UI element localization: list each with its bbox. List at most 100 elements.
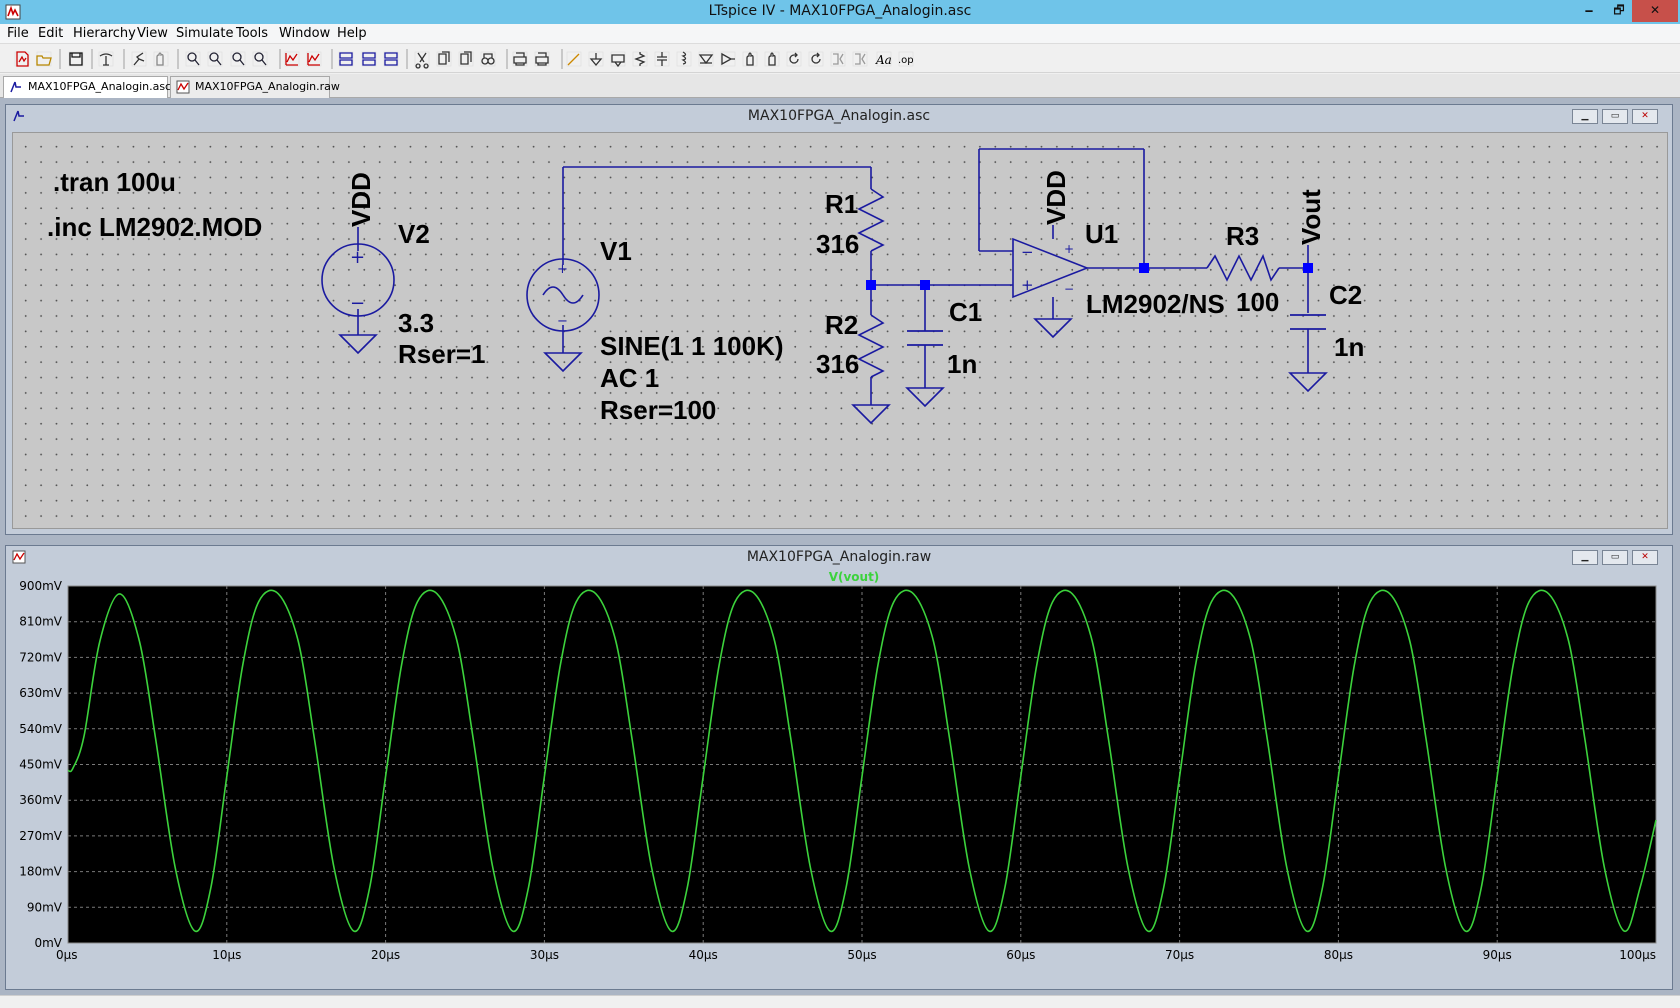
y-tick-label: 450mV — [19, 758, 63, 772]
autorange-icon[interactable] — [284, 51, 300, 67]
schematic-drawing: + − + − − + + − .tran 100u .inc LM2902.M… — [47, 148, 1364, 425]
directive-tran[interactable]: .tran 100u — [53, 167, 176, 197]
control-panel-icon[interactable] — [98, 51, 114, 67]
svg-text:.op: .op — [898, 55, 914, 66]
c2-name[interactable]: C2 — [1329, 280, 1362, 310]
zoom-out-icon[interactable] — [230, 51, 246, 67]
menu-edit[interactable]: Edit — [38, 26, 63, 41]
y-tick-label: 90mV — [27, 900, 63, 914]
cascade-icon[interactable] — [361, 51, 377, 67]
r3-symbol[interactable] — [1206, 253, 1280, 282]
waveform-close-button[interactable]: ✕ — [1632, 550, 1658, 565]
r3-name[interactable]: R3 — [1226, 221, 1259, 251]
v2-name[interactable]: V2 — [398, 219, 430, 249]
tab-schematic-label: MAX10FPGA_Analogin.asc — [28, 80, 172, 93]
v1-ac[interactable]: AC 1 — [600, 363, 659, 393]
schematic-canvas[interactable]: + − + − − + + − .tran 100u .inc LM2902.M… — [12, 132, 1668, 529]
c2-symbol[interactable] — [1290, 314, 1326, 330]
r2-symbol[interactable] — [857, 314, 885, 378]
copy-icon[interactable] — [436, 51, 452, 67]
c1-name[interactable]: C1 — [949, 297, 982, 327]
cut-icon[interactable] — [414, 51, 430, 69]
schematic-window: MAX10FPGA_Analogin.asc ▁ ▭ ✕ + − + − − +… — [5, 104, 1673, 535]
ground-icon[interactable] — [588, 51, 604, 67]
zoom-pan-icon[interactable] — [207, 51, 223, 67]
undo-icon[interactable] — [786, 51, 802, 67]
v1-value[interactable]: SINE(1 1 100K) — [600, 331, 784, 361]
v1-name[interactable]: V1 — [600, 236, 632, 266]
waveform-restore-button[interactable]: ▭ — [1602, 550, 1628, 565]
trace-label[interactable]: V(vout) — [829, 570, 880, 584]
waveform-window: MAX10FPGA_Analogin.raw ▁ ▭ ✕ V(vout) 0mV… — [5, 545, 1673, 990]
menu-window[interactable]: Window — [279, 26, 330, 41]
c1-symbol[interactable] — [907, 330, 943, 346]
wire-icon[interactable] — [566, 51, 582, 67]
vout-net-label[interactable]: Vout — [1296, 189, 1326, 245]
schematic-icon — [10, 81, 21, 93]
move-icon[interactable] — [742, 51, 758, 67]
capacitor-icon[interactable] — [654, 51, 670, 67]
c2-value[interactable]: 1n — [1334, 332, 1364, 362]
menu-view[interactable]: View — [137, 26, 168, 41]
component-icon[interactable] — [720, 51, 736, 67]
schematic-restore-button[interactable]: ▭ — [1602, 109, 1628, 124]
menu-tools[interactable]: Tools — [236, 26, 268, 41]
r2-name[interactable]: R2 — [825, 310, 858, 340]
mirror-icon[interactable] — [852, 51, 868, 67]
waveform-minimize-button[interactable]: ▁ — [1572, 550, 1598, 565]
schematic-minimize-button[interactable]: ▁ — [1572, 109, 1598, 124]
tab-schematic[interactable]: MAX10FPGA_Analogin.asc — [3, 76, 172, 98]
c1-value[interactable]: 1n — [947, 349, 977, 379]
spice-directive-icon[interactable]: .op — [898, 51, 914, 67]
close-button[interactable]: ✕ — [1632, 0, 1678, 22]
u1-model[interactable]: LM2902/NS — [1086, 289, 1225, 319]
rotate-icon[interactable] — [830, 51, 846, 67]
x-tick-label: 90µs — [1483, 948, 1512, 962]
diode-icon[interactable] — [698, 51, 714, 67]
tab-waveform[interactable]: MAX10FPGA_Analogin.raw — [170, 76, 340, 98]
minimize-button[interactable]: 🗕 — [1574, 0, 1604, 22]
drag-icon[interactable] — [764, 51, 780, 67]
paste-icon[interactable] — [458, 51, 474, 67]
opamp-vplus-sign: + — [1064, 242, 1074, 256]
open-icon[interactable] — [36, 51, 52, 67]
visible-traces-icon[interactable] — [306, 51, 322, 67]
new-schematic-icon[interactable] — [14, 51, 30, 67]
menu-hierarchy[interactable]: Hierarchy — [73, 26, 136, 41]
zoom-in-icon[interactable] — [185, 51, 201, 67]
print-setup-icon[interactable] — [512, 51, 528, 67]
u1-name[interactable]: U1 — [1085, 219, 1118, 249]
v2-param[interactable]: Rser=1 — [398, 339, 485, 369]
r3-value[interactable]: 100 — [1236, 287, 1279, 317]
v2-value[interactable]: 3.3 — [398, 308, 434, 338]
run-icon[interactable] — [131, 51, 147, 67]
r2-value[interactable]: 316 — [816, 349, 859, 379]
resistor-icon[interactable] — [632, 51, 648, 67]
label-net-icon[interactable] — [610, 51, 626, 68]
find-icon[interactable] — [480, 51, 496, 67]
menu-file[interactable]: File — [7, 26, 29, 41]
zoom-fit-icon[interactable] — [252, 51, 268, 67]
waveform-canvas[interactable]: V(vout) 0mV 90mV 180mV 270mV 360mV 450mV 540mV… — [6, 568, 1672, 989]
v2-net-label[interactable]: VDD — [346, 172, 376, 227]
menu-help[interactable]: Help — [337, 26, 367, 41]
v1-param[interactable]: Rser=100 — [600, 395, 716, 425]
x-tick-label: 100µs — [1619, 948, 1656, 962]
tile-horizontal-icon[interactable] — [338, 51, 354, 67]
u1-net-label[interactable]: VDD — [1041, 170, 1071, 225]
r1-value[interactable]: 316 — [816, 229, 859, 259]
menu-simulate[interactable]: Simulate — [176, 26, 233, 41]
schematic-close-button[interactable]: ✕ — [1632, 109, 1658, 124]
halt-icon[interactable] — [153, 51, 169, 67]
r1-name[interactable]: R1 — [825, 189, 858, 219]
print-icon[interactable] — [534, 51, 550, 67]
redo-icon[interactable] — [808, 51, 824, 67]
y-tick-label: 180mV — [19, 865, 63, 879]
inductor-icon[interactable] — [676, 51, 692, 67]
tile-vertical-icon[interactable] — [383, 51, 399, 67]
text-icon[interactable]: Aa — [875, 51, 892, 67]
directive-inc[interactable]: .inc LM2902.MOD — [47, 212, 262, 242]
r1-symbol[interactable] — [857, 188, 885, 252]
save-icon[interactable] — [68, 51, 84, 67]
restore-button[interactable]: 🗗 — [1604, 0, 1634, 22]
